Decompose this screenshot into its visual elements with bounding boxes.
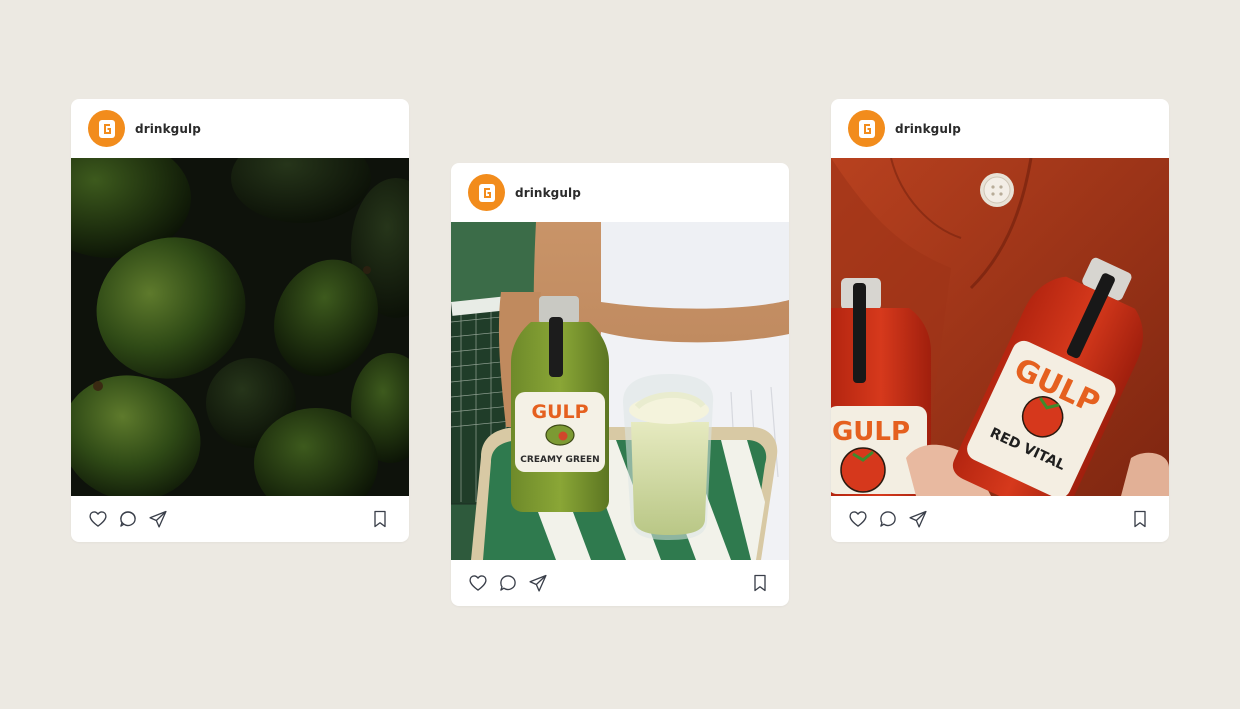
creamy-green-bottle-photo[interactable]: GULP CREAMY GREEN — [451, 222, 789, 560]
gulp-logo-icon — [98, 119, 115, 138]
bottle-label-brand: GULP — [531, 401, 588, 423]
bookmark-icon[interactable] — [749, 572, 771, 594]
share-icon[interactable] — [147, 508, 169, 530]
share-icon[interactable] — [907, 508, 929, 530]
username[interactable]: drinkgulp — [515, 186, 581, 200]
avatar[interactable] — [88, 110, 125, 147]
bookmark-icon[interactable] — [369, 508, 391, 530]
heart-icon[interactable] — [87, 508, 109, 530]
share-icon[interactable] — [527, 572, 549, 594]
comment-icon[interactable] — [117, 508, 139, 530]
bookmark-icon[interactable] — [1129, 508, 1151, 530]
comment-icon[interactable] — [877, 508, 899, 530]
avocado-photo[interactable] — [71, 158, 409, 496]
heart-icon[interactable] — [847, 508, 869, 530]
bottle-label-brand: GULP — [832, 417, 910, 447]
post-actions — [831, 496, 1169, 542]
post-actions — [71, 496, 409, 542]
avatar[interactable] — [848, 110, 885, 147]
post-card: drinkgulp — [451, 163, 789, 606]
username[interactable]: drinkgulp — [895, 122, 961, 136]
post-actions — [451, 560, 789, 606]
post-header: drinkgulp — [831, 99, 1169, 158]
gulp-logo-icon — [858, 119, 875, 138]
comment-icon[interactable] — [497, 572, 519, 594]
gulp-logo-icon — [478, 183, 495, 202]
avatar[interactable] — [468, 174, 505, 211]
post-card: drinkgulp — [831, 99, 1169, 542]
username[interactable]: drinkgulp — [135, 122, 201, 136]
heart-icon[interactable] — [467, 572, 489, 594]
red-vital-bottle-photo[interactable]: GULP GULP RED VITAL — [831, 158, 1169, 496]
post-header: drinkgulp — [71, 99, 409, 158]
bottle-label-flavor: CREAMY GREEN — [520, 455, 599, 465]
post-header: drinkgulp — [451, 163, 789, 222]
post-card: drinkgulp — [71, 99, 409, 542]
